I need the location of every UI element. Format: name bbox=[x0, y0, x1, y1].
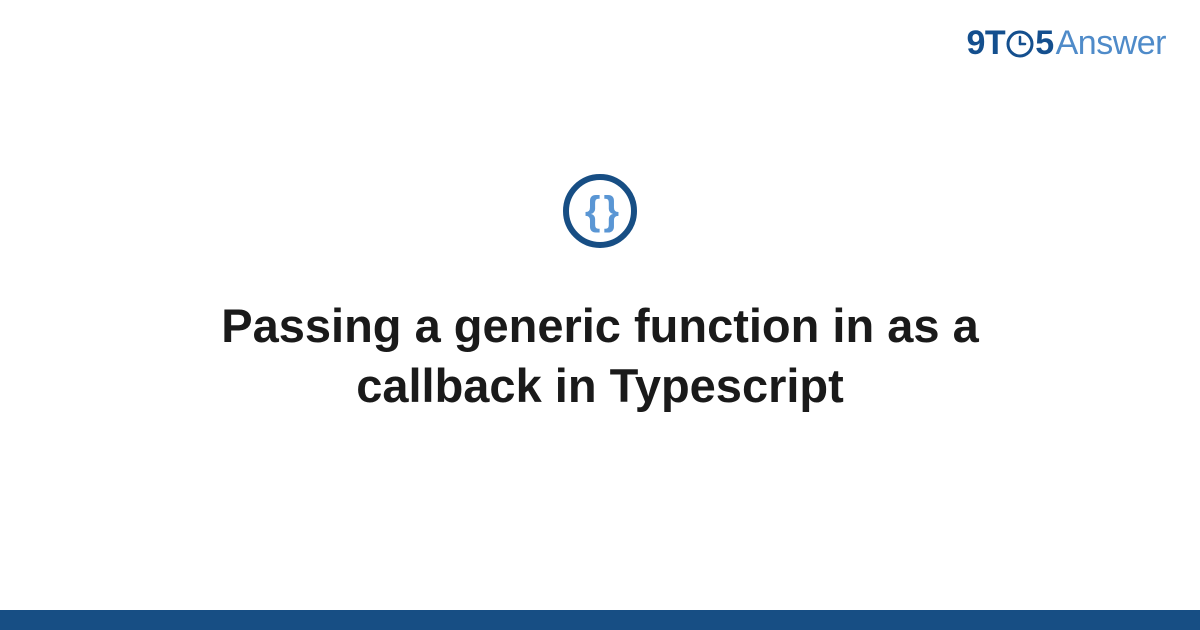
main-content: { } Passing a generic function in as a c… bbox=[0, 0, 1200, 610]
braces-icon: { } bbox=[585, 191, 615, 231]
category-code-icon: { } bbox=[563, 174, 637, 248]
bottom-accent-bar bbox=[0, 610, 1200, 630]
page-title: Passing a generic function in as a callb… bbox=[100, 296, 1100, 416]
